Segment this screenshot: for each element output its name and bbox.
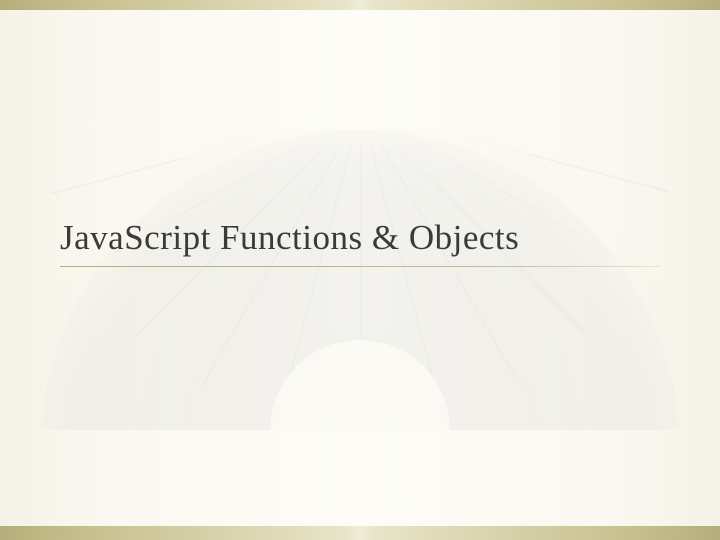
title-underline (60, 266, 660, 267)
title-area: JavaScript Functions & Objects (60, 218, 660, 267)
slide-title: JavaScript Functions & Objects (60, 218, 660, 266)
bottom-accent-bar (0, 526, 720, 540)
top-accent-bar (0, 0, 720, 10)
fan-background-decoration (40, 130, 680, 430)
slide: JavaScript Functions & Objects (0, 0, 720, 540)
